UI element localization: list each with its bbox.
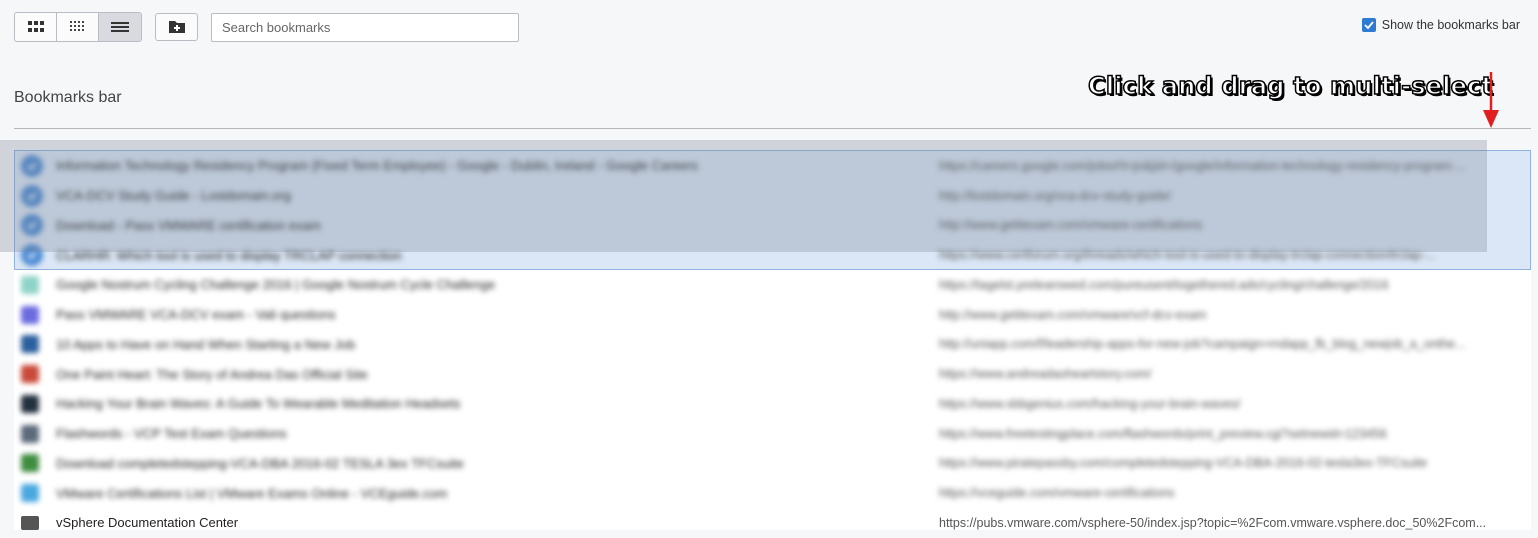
view-toggle-group: [14, 12, 142, 42]
bookmark-url: https://www.sbbgenius.com/hacking-your-b…: [939, 396, 1241, 411]
bookmark-url: https://careers.google.com/jobs#!t=jo&ji…: [939, 158, 1466, 173]
bookmark-title: One Paint Heart: The Story of Andrea Das…: [56, 366, 368, 382]
check-favicon-icon: [21, 184, 43, 207]
arrow-down-icon: [1483, 72, 1499, 128]
section-title: Bookmarks bar: [14, 89, 122, 106]
bookmark-row[interactable]: Flashwords - VCP Test Exam Questions http…: [14, 419, 1531, 449]
bookmark-row[interactable]: VCA-DCV Study Guide - Lostdomain.org http…: [14, 180, 1531, 211]
dark-favicon-icon: [21, 394, 39, 413]
small-grid-icon: [69, 21, 84, 31]
check-favicon-icon: [21, 214, 43, 237]
show-bookmarks-bar-toggle[interactable]: Show the bookmarks bar: [1361, 18, 1520, 32]
bookmark-row[interactable]: Information Technology Residency Program…: [14, 151, 1531, 181]
bookmark-row[interactable]: Download - Pass VMWARE certification exa…: [14, 210, 1531, 241]
bookmark-url: http://www.getitexam.com/vmware/vcf-dcv-…: [939, 307, 1207, 322]
doc-favicon-icon: [21, 515, 39, 530]
bookmark-url: https://vceguide.com/vmware-certificatio…: [939, 486, 1175, 501]
bookmark-row[interactable]: Download completedstepping-VCA-DBA 2016-…: [14, 449, 1531, 479]
bookmark-row[interactable]: 10 Apps to Have on Hand When Starting a …: [14, 330, 1531, 360]
bookmark-title: VMware Certifications List | VMware Exam…: [56, 485, 448, 501]
check-favicon-icon: [21, 154, 43, 177]
bookmark-row[interactable]: Google Nostrum Cycling Challenge 2016 | …: [14, 270, 1531, 300]
bookmark-url: https://www.freetestingplace.com/flashwo…: [939, 426, 1387, 441]
annotation-text: Click and drag to multi-select: [1087, 71, 1494, 101]
bookmark-row[interactable]: Pass VMWARE VCA-DCV exam - Vali question…: [14, 300, 1531, 330]
bookmark-title: vSphere Documentation Center: [56, 515, 239, 531]
bookmark-title: 10 Apps to Have on Hand When Starting a …: [56, 336, 356, 352]
add-folder-button[interactable]: [155, 13, 198, 41]
list-icon: [111, 22, 129, 32]
bookmark-title: Download completedstepping-VCA-DBA 2016-…: [56, 455, 464, 471]
bookmark-url: https://www.certforum.org/threads/which-…: [939, 248, 1436, 263]
show-bookmarks-bar-label: Show the bookmarks bar: [1381, 18, 1520, 32]
show-bookmarks-bar-checkbox[interactable]: [1361, 18, 1376, 32]
checkmark-icon: [1364, 21, 1374, 30]
bookmark-url: https://tagelst.prelearowed.com/pureusen…: [939, 277, 1389, 292]
bookmark-title: Information Technology Residency Program…: [56, 158, 698, 174]
star-favicon-icon: [21, 365, 39, 384]
circle-favicon-icon: [21, 424, 39, 443]
small-grid-view-button[interactable]: [57, 13, 99, 41]
drop-favicon-icon: [21, 305, 39, 324]
large-grid-view-button[interactable]: [15, 13, 57, 41]
bookmark-url: http://lostdomain.org/vca-dcv-study-guid…: [939, 188, 1172, 203]
add-folder-icon: [168, 21, 185, 33]
film-favicon-icon: [21, 454, 39, 473]
bookmark-row[interactable]: CLARHR: Which tool is used to display TR…: [14, 240, 1531, 270]
bookmark-title: Pass VMWARE VCA-DCV exam - Vali question…: [56, 307, 336, 323]
bookmark-title: VCA-DCV Study Guide - Lostdomain.org: [56, 188, 291, 204]
list-view-button[interactable]: [99, 13, 141, 41]
bookmark-title: Flashwords - VCP Test Exam Questions: [56, 426, 287, 442]
section-divider: [14, 128, 1531, 129]
bookmark-row[interactable]: VMware Certifications List | VMware Exam…: [14, 478, 1531, 508]
bookmark-title: Hacking Your Brain Waves: A Guide To Wea…: [56, 396, 461, 412]
bookmark-row[interactable]: Hacking Your Brain Waves: A Guide To Wea…: [14, 389, 1531, 419]
search-input[interactable]: [211, 12, 519, 42]
bookmark-url: https://pubs.vmware.com/vsphere-50/index…: [939, 515, 1487, 530]
leaf-favicon-icon: [21, 275, 39, 294]
bookmark-row[interactable]: vSphere Documentation Center https://pubs…: [14, 508, 1531, 538]
check-favicon-icon: [21, 244, 43, 267]
blue-favicon-icon: [21, 484, 39, 503]
toolbar: [14, 12, 519, 42]
bookmark-list: Information Technology Residency Program…: [14, 150, 1531, 530]
bookmark-row[interactable]: One Paint Heart: The Story of Andrea Das…: [14, 359, 1531, 389]
large-grid-icon: [27, 21, 44, 32]
bookmark-title: CLARHR: Which tool is used to display TR…: [56, 247, 402, 263]
bookmark-url: https://www.andreadaoheartstory.com/: [939, 367, 1152, 382]
square-favicon-icon: [21, 335, 39, 354]
bookmark-url: http://www.getitexam.com/vmware-certific…: [939, 218, 1203, 233]
bookmark-title: Download - Pass VMWARE certification exa…: [56, 217, 321, 233]
bookmark-url: http://uniapp.com/f/leadership-apps-for-…: [939, 337, 1466, 352]
bookmark-title: Google Nostrum Cycling Challenge 2016 | …: [56, 277, 496, 293]
bookmark-url: https://www.piratepassby.com/completedst…: [939, 456, 1428, 471]
